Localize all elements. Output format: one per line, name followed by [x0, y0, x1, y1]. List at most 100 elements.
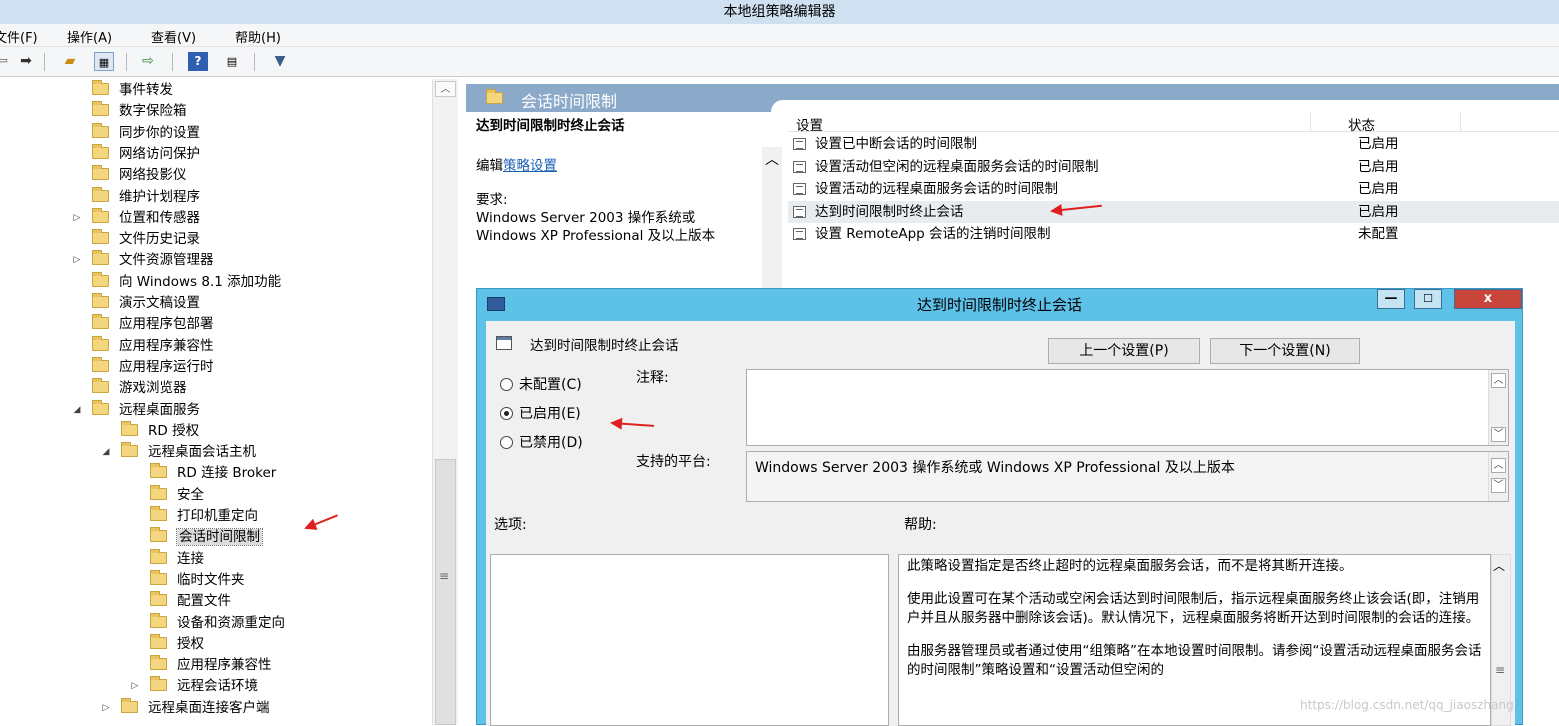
chevron-up-icon[interactable]: ︿ [1491, 458, 1506, 473]
forward-arrow-icon[interactable]: ➡ [16, 52, 36, 71]
tree-item-label: 位置和传感器 [119, 209, 200, 226]
folder-icon [121, 442, 138, 458]
tree-item-label: 配置文件 [177, 593, 231, 610]
folder-icon [486, 89, 503, 104]
previous-setting-button[interactable]: 上一个设置(P) [1048, 338, 1200, 364]
tree-item[interactable]: 设备和资源重定向 [150, 612, 285, 634]
tree-scrollbar[interactable]: ︿ ≡ [432, 79, 458, 725]
tree-item[interactable]: 向 Windows 8.1 添加功能 [92, 271, 281, 293]
tree-item[interactable]: 演示文稿设置 [92, 293, 200, 314]
back-arrow-icon[interactable]: ⇦ [0, 52, 12, 71]
policy-name: 设置活动但空闲的远程桌面服务会话的时间限制 [815, 158, 1099, 175]
filter-icon[interactable]: ▼ [270, 52, 290, 71]
tree-item[interactable]: 事件转发 [92, 80, 173, 101]
tree-item[interactable]: 应用程序运行时 [92, 356, 214, 378]
export-list-icon[interactable]: ⇨ [138, 52, 158, 71]
folder-icon [150, 484, 167, 500]
tree-item[interactable]: 网络投影仪 [92, 165, 187, 186]
tree-item[interactable]: ▷ 远程桌面连接客户端 [103, 697, 270, 719]
policy-state: 已启用 [1358, 203, 1399, 220]
policy-row[interactable]: 设置 RemoteApp 会话的注销时间限制 未配置 [788, 223, 1559, 245]
up-folder-icon[interactable]: ▰ [60, 52, 80, 71]
chevron-up-icon[interactable]: ︿ [765, 149, 779, 169]
tree-item-label: 授权 [177, 635, 204, 652]
tree-item[interactable]: 配置文件 [150, 591, 231, 612]
tree-item[interactable]: ◢ 远程桌面会话主机 [103, 442, 256, 463]
policy-row[interactable]: 达到时间限制时终止会话 已启用 [788, 200, 1559, 223]
menu-action[interactable]: 操作(A) [67, 27, 112, 46]
folder-icon [150, 463, 167, 479]
column-state[interactable]: 状态 [1348, 114, 1375, 134]
tree-item-label: 应用程序兼容性 [119, 337, 214, 354]
tree-item-label: 网络投影仪 [119, 167, 187, 184]
tree-item[interactable]: 打印机重定向 [150, 506, 258, 527]
details-header: 会话时间限制 [466, 84, 1559, 112]
policy-row[interactable]: 设置活动的远程桌面服务会话的时间限制 已启用 [788, 178, 1559, 200]
scroll-thumb[interactable] [435, 459, 456, 725]
tree-item-label: 演示文稿设置 [119, 295, 200, 311]
tree-item-label: 远程会话环境 [177, 678, 258, 695]
menu-help[interactable]: 帮助(H) [235, 27, 281, 46]
window-title: 本地组策略编辑器 [0, 0, 1559, 24]
column-setting[interactable]: 设置 [796, 114, 823, 134]
expand-arrow-icon[interactable]: ▷ [72, 208, 82, 229]
tree-item-label: 应用程序包部署 [119, 316, 214, 333]
chevron-up-icon[interactable]: ︿ [1491, 373, 1506, 388]
folder-icon [92, 207, 109, 223]
policy-row[interactable]: 设置已中断会话的时间限制 已启用 [788, 133, 1559, 155]
tree-item[interactable]: 应用程序包部署 [92, 314, 214, 335]
tree-item[interactable]: 数字保险箱 [92, 101, 187, 122]
minimize-button[interactable]: — [1377, 289, 1405, 309]
tree-item[interactable]: 应用程序兼容性 [150, 655, 272, 676]
tree-item[interactable]: ▷ 文件资源管理器 [74, 250, 214, 271]
chevron-down-icon[interactable]: ﹀ [1491, 478, 1506, 493]
menu-file[interactable]: 文件(F) [0, 27, 38, 46]
chevron-up-icon[interactable]: ︿ [1493, 557, 1505, 574]
edit-policy-link[interactable]: 策略设置 [503, 158, 557, 174]
comment-textarea[interactable]: ︿ ﹀ [746, 369, 1509, 446]
folder-icon [92, 80, 109, 95]
tree-item[interactable]: RD 连接 Broker [150, 463, 276, 484]
expand-arrow-icon[interactable]: ▷ [130, 676, 140, 697]
maximize-button[interactable]: ☐ [1414, 289, 1442, 309]
scroll-up-icon[interactable]: ︿ [435, 81, 456, 97]
menu-view[interactable]: 查看(V) [151, 27, 196, 46]
radio-enabled[interactable]: 已启用(E) [500, 403, 581, 423]
expand-arrow-icon[interactable]: ▷ [72, 250, 82, 271]
tree-item[interactable]: 安全 [150, 484, 204, 506]
tree-item[interactable]: 同步你的设置 [92, 122, 200, 144]
policy-name: 达到时间限制时终止会话 [815, 203, 964, 220]
tree-item[interactable]: ▷ 位置和传感器 [74, 207, 200, 229]
tree-item[interactable]: 临时文件夹 [150, 569, 245, 591]
tree-item[interactable]: 会话时间限制 [150, 527, 263, 548]
properties-icon[interactable]: ▤ [222, 52, 242, 71]
show-hide-tree-icon[interactable]: ▦ [94, 52, 114, 71]
tree-item-label: 远程桌面连接客户端 [148, 699, 270, 716]
tree-item[interactable]: 网络访问保护 [92, 143, 200, 165]
radio-disabled[interactable]: 已禁用(D) [500, 432, 583, 452]
help-icon[interactable]: ? [188, 52, 208, 71]
platform-value: Windows Server 2003 操作系统或 Windows XP Pro… [755, 460, 1235, 476]
tree-item[interactable]: ◢ 远程桌面服务 [74, 399, 200, 421]
tree-item[interactable]: 应用程序兼容性 [92, 335, 214, 357]
collapse-arrow-icon[interactable]: ◢ [72, 400, 82, 421]
tree-item[interactable]: 文件历史记录 [92, 229, 200, 250]
folder-icon [92, 314, 109, 330]
next-setting-button[interactable]: 下一个设置(N) [1210, 338, 1360, 364]
tree-item[interactable]: 维护计划程序 [92, 186, 200, 208]
tree-item[interactable]: 连接 [150, 548, 204, 570]
radio-dot-icon [500, 378, 513, 391]
collapse-arrow-icon[interactable]: ◢ [101, 442, 111, 463]
close-button[interactable]: x [1454, 289, 1522, 309]
expand-arrow-icon[interactable]: ▷ [101, 698, 111, 719]
tree-item[interactable]: RD 授权 [121, 420, 199, 442]
tree-item[interactable]: 游戏浏览器 [92, 378, 187, 399]
comment-label: 注释: [636, 370, 669, 386]
policy-name: 设置活动的远程桌面服务会话的时间限制 [815, 181, 1058, 197]
folder-icon [150, 548, 167, 564]
chevron-down-icon[interactable]: ﹀ [1491, 427, 1506, 442]
radio-not-configured[interactable]: 未配置(C) [500, 374, 582, 394]
tree-item[interactable]: ▷ 远程会话环境 [132, 676, 258, 697]
policy-row[interactable]: 设置活动但空闲的远程桌面服务会话的时间限制 已启用 [788, 156, 1559, 178]
tree-item[interactable]: 授权 [150, 633, 204, 655]
